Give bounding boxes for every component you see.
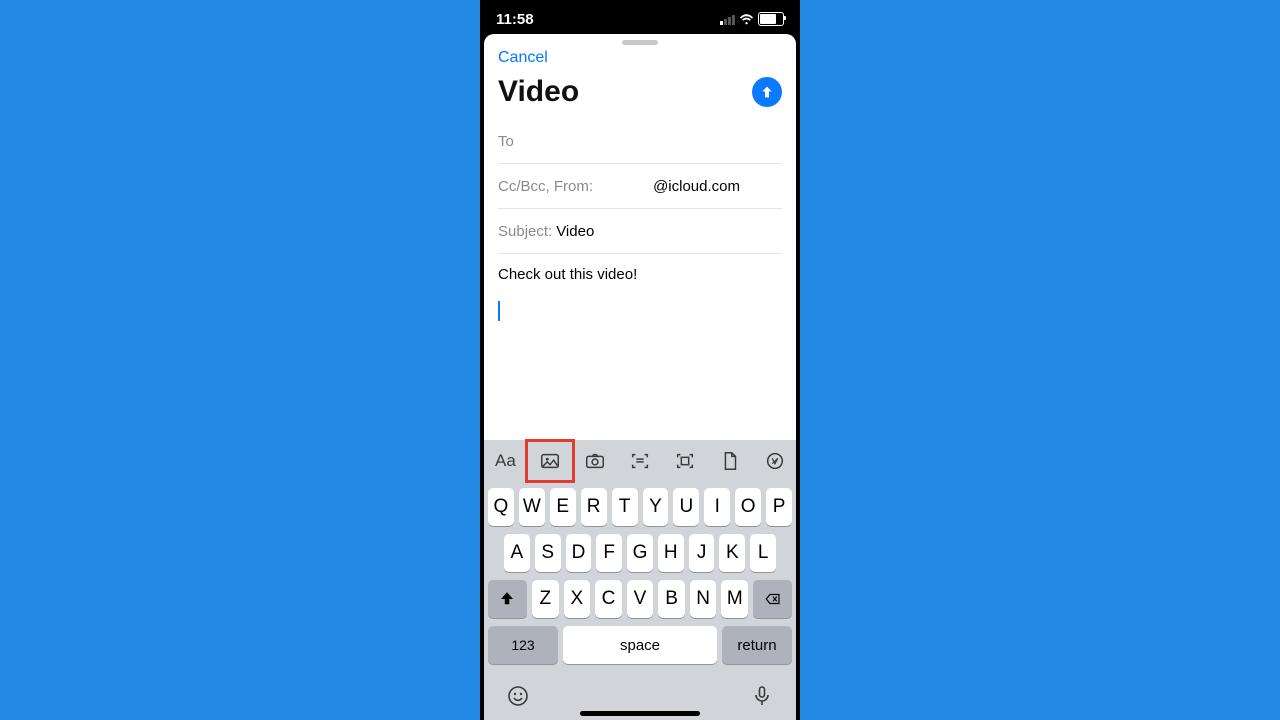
camera-button[interactable] [584, 448, 607, 474]
cancel-button[interactable]: Cancel [498, 49, 548, 66]
scan-document-button[interactable] [673, 448, 696, 474]
key-r[interactable]: R [581, 488, 607, 526]
key-x[interactable]: X [564, 580, 591, 618]
key-v[interactable]: V [627, 580, 654, 618]
attach-file-button[interactable] [718, 448, 741, 474]
arrow-up-icon [759, 84, 775, 100]
text-cursor [498, 301, 500, 321]
key-c[interactable]: C [595, 580, 622, 618]
key-row-4: 123 space return [488, 626, 792, 664]
text-format-button[interactable]: Aa [494, 448, 517, 474]
screenshot-stage: 11:58 Cancel Video [0, 0, 1280, 720]
key-q[interactable]: Q [488, 488, 514, 526]
microphone-icon [750, 684, 774, 708]
backspace-key[interactable] [753, 580, 792, 618]
home-indicator[interactable] [580, 711, 700, 716]
document-icon [719, 450, 741, 472]
key-j[interactable]: J [689, 534, 715, 572]
markup-button[interactable] [763, 448, 786, 474]
key-p[interactable]: P [766, 488, 792, 526]
key-u[interactable]: U [673, 488, 699, 526]
from-address: @icloud.com [653, 178, 740, 195]
key-a[interactable]: A [504, 534, 530, 572]
keyboard: Q W E R T Y U I O P A S D [484, 482, 796, 676]
key-t[interactable]: T [612, 488, 638, 526]
status-time: 11:58 [496, 11, 534, 28]
ccbcc-from-field[interactable]: Cc/Bcc, From: @icloud.com [498, 164, 782, 209]
key-row-1: Q W E R T Y U I O P [488, 488, 792, 526]
scan-text-icon [629, 450, 651, 472]
phone-frame: 11:58 Cancel Video [480, 0, 800, 720]
dictation-button[interactable] [750, 684, 774, 713]
key-n[interactable]: N [690, 580, 717, 618]
photo-icon [539, 450, 561, 472]
ccbcc-from-label: Cc/Bcc, From: [498, 178, 593, 195]
return-key[interactable]: return [722, 626, 792, 664]
key-o[interactable]: O [735, 488, 761, 526]
markup-icon [764, 450, 786, 472]
to-field[interactable]: To [498, 119, 782, 164]
shift-icon [498, 590, 516, 608]
emoji-icon [506, 684, 530, 708]
subject-value: Video [556, 223, 594, 240]
key-g[interactable]: G [627, 534, 653, 572]
wifi-icon [739, 14, 754, 25]
mode-123-key[interactable]: 123 [488, 626, 558, 664]
send-button[interactable] [752, 77, 782, 107]
key-d[interactable]: D [566, 534, 592, 572]
keyboard-area: Aa [484, 440, 796, 720]
key-w[interactable]: W [519, 488, 545, 526]
scan-doc-icon [674, 450, 696, 472]
key-row-2: A S D F G H J K L [488, 534, 792, 572]
space-key[interactable]: space [563, 626, 717, 664]
key-m[interactable]: M [721, 580, 748, 618]
photo-library-button[interactable] [539, 448, 562, 474]
emoji-button[interactable] [506, 684, 530, 713]
key-f[interactable]: F [596, 534, 622, 572]
body-text: Check out this video! [498, 266, 782, 283]
key-row-3: Z X C V B N M [488, 580, 792, 618]
key-s[interactable]: S [535, 534, 561, 572]
to-label: To [498, 133, 514, 150]
camera-icon [584, 450, 606, 472]
scan-text-button[interactable] [629, 448, 652, 474]
status-icons [720, 12, 784, 26]
key-e[interactable]: E [550, 488, 576, 526]
key-k[interactable]: K [719, 534, 745, 572]
key-l[interactable]: L [750, 534, 776, 572]
compose-sheet: Cancel Video To Cc/Bcc, From: @icloud.co… [484, 34, 796, 720]
backspace-icon [764, 590, 782, 608]
key-z[interactable]: Z [532, 580, 559, 618]
key-h[interactable]: H [658, 534, 684, 572]
compose-title: Video [498, 75, 752, 109]
battery-icon [758, 12, 784, 26]
cellular-icon [720, 14, 735, 25]
status-bar: 11:58 [480, 0, 800, 38]
shift-key[interactable] [488, 580, 527, 618]
format-toolbar: Aa [484, 440, 796, 482]
key-y[interactable]: Y [643, 488, 669, 526]
subject-field[interactable]: Subject: Video [498, 209, 782, 254]
key-b[interactable]: B [658, 580, 685, 618]
key-i[interactable]: I [704, 488, 730, 526]
subject-label: Subject: [498, 223, 552, 240]
